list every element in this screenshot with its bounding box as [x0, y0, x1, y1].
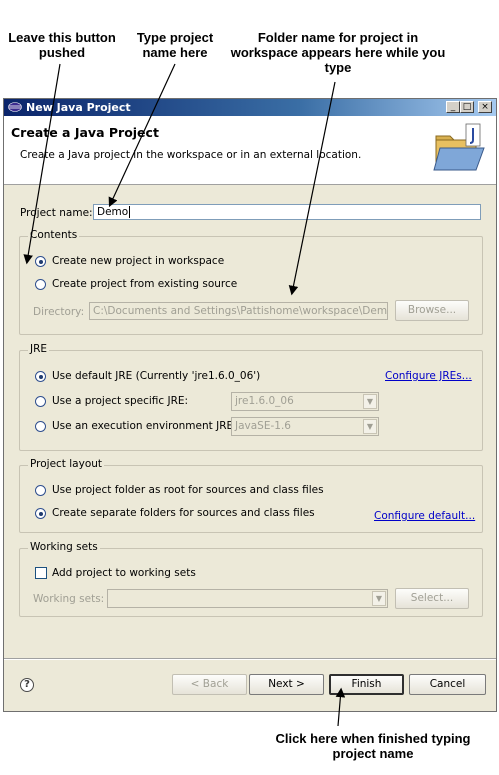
arrow-to-finish — [335, 687, 346, 727]
arrow-to-project-name — [108, 63, 176, 208]
arrow-to-new-project-radio — [23, 63, 61, 265]
arrow-to-directory — [288, 81, 336, 296]
annotation-arrows — [23, 63, 346, 727]
